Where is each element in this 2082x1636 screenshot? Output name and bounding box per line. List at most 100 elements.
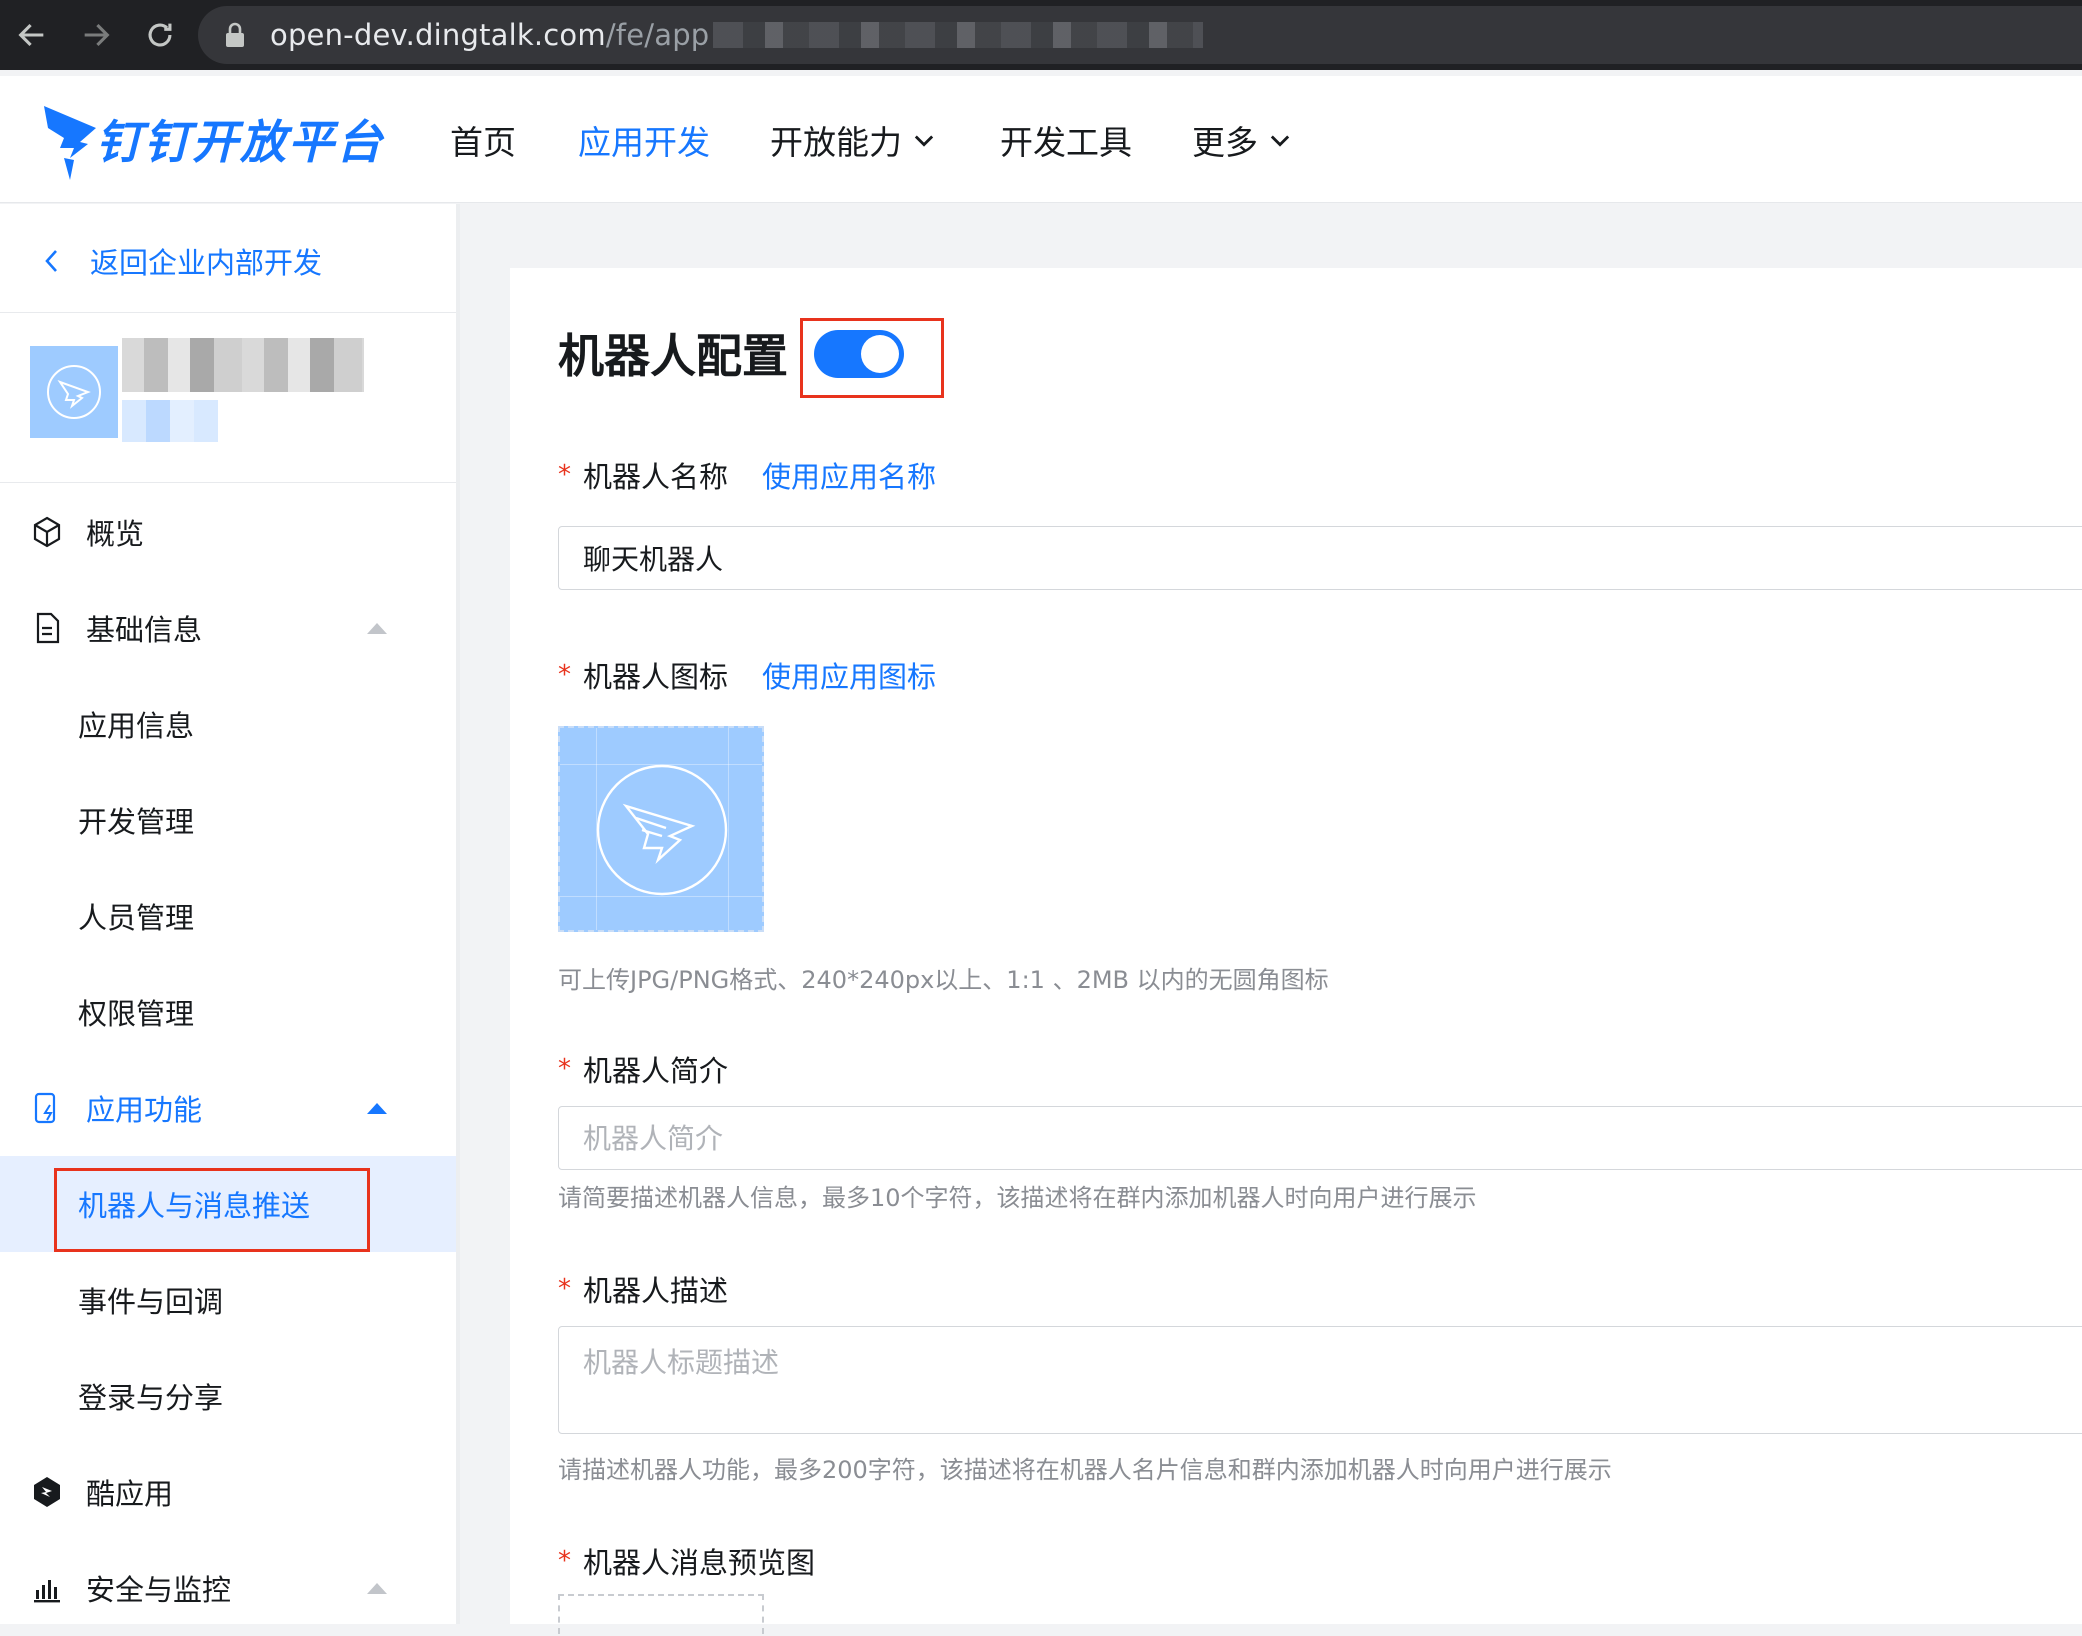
sidebar-item-security-monitoring[interactable]: 安全与监控 bbox=[0, 1540, 460, 1636]
caret-up-icon bbox=[367, 1103, 387, 1114]
grid-line bbox=[728, 728, 729, 930]
url-path: /fe/app bbox=[605, 18, 710, 52]
url-redacted bbox=[713, 22, 1204, 48]
sidebar-item-label: 酷应用 bbox=[86, 1477, 174, 1511]
cube-icon bbox=[33, 516, 61, 548]
nav-dev-tools[interactable]: 开发工具 bbox=[1000, 116, 1132, 164]
sidebar-item-overview[interactable]: 概览 bbox=[0, 484, 460, 580]
nav-home-label: 首页 bbox=[450, 123, 516, 162]
sidebar-item-login-share[interactable]: 登录与分享 bbox=[0, 1348, 460, 1444]
robot-preview-label: 机器人消息预览图 bbox=[583, 1546, 816, 1580]
caret-up-icon bbox=[367, 623, 387, 634]
robot-icon-label: 机器人图标 bbox=[583, 660, 729, 694]
sidebar: 返回企业内部开发 概览 基础信息 应用信息 开发管理 人员管理 权限管理 应用功… bbox=[0, 204, 460, 1624]
dingtalk-logo-icon[interactable] bbox=[40, 98, 100, 182]
sidebar-item-dev-management[interactable]: 开发管理 bbox=[0, 772, 460, 868]
caret-up-icon bbox=[367, 1583, 387, 1594]
robot-name-label-row: * 机器人名称 使用应用名称 bbox=[558, 454, 936, 496]
chevron-left-icon bbox=[45, 250, 57, 272]
back-to-internal-dev-link[interactable]: 返回企业内部开发 bbox=[40, 240, 322, 282]
annotation-highlight-box bbox=[800, 318, 944, 398]
robot-intro-label: 机器人简介 bbox=[583, 1054, 729, 1088]
url-host: open-dev.dingtalk.com bbox=[270, 18, 606, 52]
reload-icon bbox=[148, 23, 172, 47]
robot-icon-label-row: * 机器人图标 使用应用图标 bbox=[558, 654, 936, 696]
nav-home[interactable]: 首页 bbox=[450, 116, 516, 164]
arrow-left-icon bbox=[18, 23, 44, 47]
sidebar-item-events-callbacks[interactable]: 事件与回调 bbox=[0, 1252, 460, 1348]
platform-logo-text[interactable]: 钉钉开放平台 bbox=[96, 106, 384, 172]
dingtalk-placeholder-icon bbox=[47, 365, 101, 419]
nav-open-capabilities[interactable]: 开放能力 bbox=[770, 116, 938, 164]
robot-preview-upload[interactable] bbox=[558, 1594, 764, 1634]
browser-toolbar: open-dev.dingtalk.com/fe/app bbox=[0, 0, 2082, 70]
bar-chart-icon bbox=[34, 1580, 60, 1603]
sidebar-item-app-functions[interactable]: 应用功能 bbox=[0, 1060, 460, 1156]
sidebar-item-label: 权限管理 bbox=[78, 997, 195, 1031]
robot-config-panel: 机器人配置 * 机器人名称 使用应用名称 * 机器人图标 使用应用图标 可上传J… bbox=[510, 268, 2082, 1634]
sidebar-item-cool-app[interactable]: 酷应用 bbox=[0, 1444, 460, 1540]
nav-app-development-label: 应用开发 bbox=[578, 123, 710, 162]
robot-preview-label-row: * 机器人消息预览图 bbox=[558, 1540, 815, 1582]
document-icon bbox=[36, 612, 60, 644]
sidebar-item-app-info[interactable]: 应用信息 bbox=[0, 676, 460, 772]
robot-description-hint: 请描述机器人功能，最多200字符，该描述将在机器人名片信息和群内添加机器人时向用… bbox=[558, 1456, 1612, 1484]
nav-open-capabilities-label: 开放能力 bbox=[770, 123, 902, 162]
required-mark: * bbox=[558, 1274, 571, 1304]
sidebar-item-label: 事件与回调 bbox=[78, 1285, 224, 1319]
robot-description-label-row: * 机器人描述 bbox=[558, 1268, 728, 1310]
cool-app-icon bbox=[34, 1477, 60, 1507]
top-navigation: 钉钉开放平台 首页 应用开发 开放能力 开发工具 更多 bbox=[0, 76, 2082, 203]
back-link-label: 返回企业内部开发 bbox=[90, 246, 323, 280]
sidebar-divider bbox=[0, 312, 460, 313]
required-mark: * bbox=[558, 1054, 571, 1084]
sidebar-item-label: 开发管理 bbox=[78, 805, 195, 839]
sidebar-item-label: 登录与分享 bbox=[78, 1381, 224, 1415]
robot-intro-hint: 请简要描述机器人信息，最多10个字符，该描述将在群内添加机器人时向用户进行展示 bbox=[558, 1184, 1477, 1212]
app-avatar bbox=[30, 346, 118, 438]
lock-icon bbox=[226, 22, 244, 47]
sidebar-item-label: 概览 bbox=[86, 517, 145, 551]
sidebar-item-label: 应用功能 bbox=[86, 1093, 203, 1127]
nav-more[interactable]: 更多 bbox=[1192, 116, 1294, 164]
chevron-down-icon bbox=[914, 135, 934, 147]
sidebar-item-label: 应用信息 bbox=[78, 709, 195, 743]
robot-icon-hint: 可上传JPG/PNG格式、240*240px以上、1:1 、2MB 以内的无圆角… bbox=[558, 966, 1329, 994]
sidebar-divider bbox=[0, 482, 460, 483]
robot-intro-label-row: * 机器人简介 bbox=[558, 1048, 728, 1090]
browser-back-button[interactable] bbox=[0, 3, 64, 67]
sidebar-item-people-management[interactable]: 人员管理 bbox=[0, 868, 460, 964]
grid-line bbox=[560, 896, 762, 897]
app-name-redacted bbox=[122, 338, 364, 392]
dingtalk-placeholder-icon bbox=[596, 764, 728, 896]
required-mark: * bbox=[558, 660, 571, 690]
robot-intro-input[interactable] bbox=[558, 1106, 2082, 1170]
nav-more-label: 更多 bbox=[1192, 123, 1258, 162]
browser-forward-button[interactable] bbox=[64, 3, 128, 67]
sidebar-item-label: 基础信息 bbox=[86, 613, 203, 647]
robot-description-label: 机器人描述 bbox=[583, 1274, 729, 1308]
app-tag-redacted bbox=[122, 400, 218, 442]
robot-description-textarea[interactable] bbox=[558, 1326, 2082, 1434]
sidebar-item-label: 人员管理 bbox=[78, 901, 195, 935]
app-function-icon bbox=[34, 1092, 56, 1124]
required-mark: * bbox=[558, 460, 571, 490]
robot-icon-upload[interactable] bbox=[558, 726, 764, 932]
required-mark: * bbox=[558, 1546, 571, 1576]
address-bar[interactable]: open-dev.dingtalk.com/fe/app bbox=[198, 6, 2082, 64]
url-text: open-dev.dingtalk.com/fe/app bbox=[270, 18, 709, 52]
sidebar-item-permission-management[interactable]: 权限管理 bbox=[0, 964, 460, 1060]
chevron-down-icon bbox=[1270, 135, 1290, 147]
page-title: 机器人配置 bbox=[558, 329, 788, 383]
annotation-highlight-box bbox=[54, 1168, 370, 1252]
sidebar-item-basic-info[interactable]: 基础信息 bbox=[0, 580, 460, 676]
nav-app-development[interactable]: 应用开发 bbox=[578, 116, 710, 164]
sidebar-scrollbar[interactable] bbox=[456, 204, 460, 1624]
use-app-name-link[interactable]: 使用应用名称 bbox=[762, 454, 936, 496]
nav-dev-tools-label: 开发工具 bbox=[1000, 123, 1132, 162]
robot-name-input[interactable] bbox=[558, 526, 2082, 590]
use-app-icon-link[interactable]: 使用应用图标 bbox=[762, 654, 936, 696]
browser-reload-button[interactable] bbox=[128, 3, 192, 67]
robot-name-label: 机器人名称 bbox=[583, 460, 729, 494]
arrow-right-icon bbox=[84, 23, 110, 47]
